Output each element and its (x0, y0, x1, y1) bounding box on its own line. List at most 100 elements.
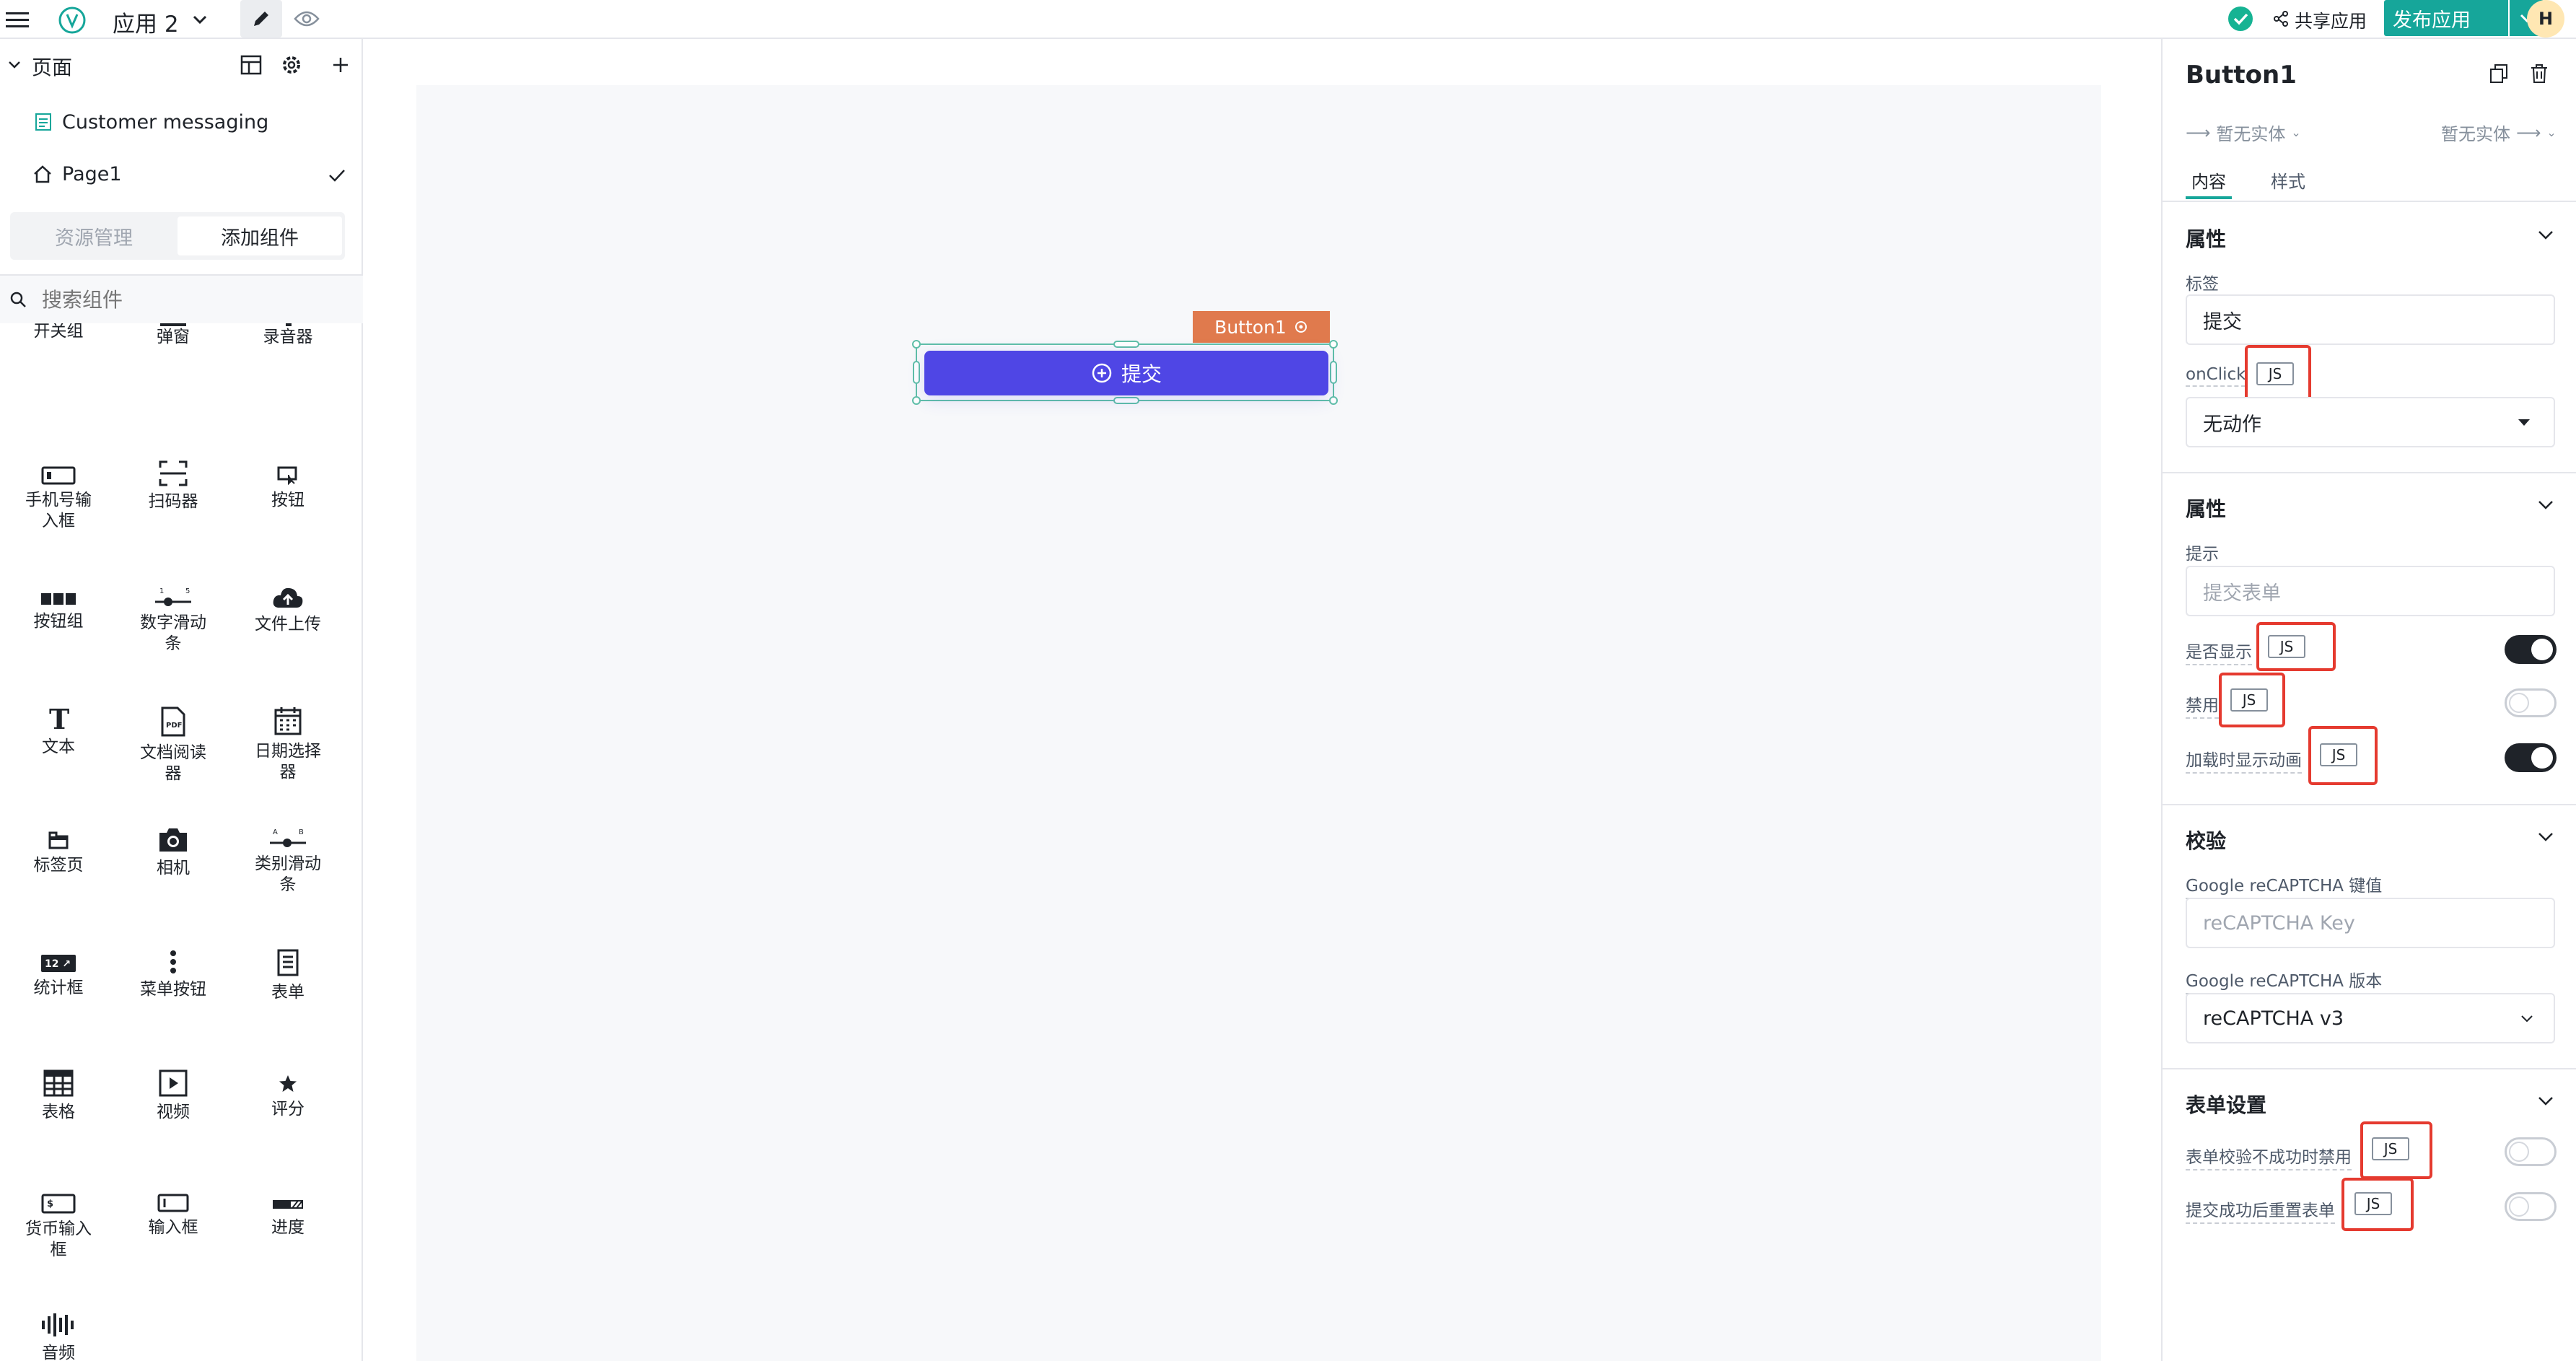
app-logo-icon (56, 4, 88, 36)
component-form[interactable]: 表单 (234, 948, 342, 1001)
resize-handle[interactable] (912, 396, 921, 405)
component-modal[interactable]: 弹窗 (119, 329, 227, 346)
section-title-form-settings[interactable]: 表单设置 (2186, 1090, 2266, 1119)
component-menu-button[interactable]: 菜单按钮 (119, 950, 227, 998)
label-caption: 标签 (2186, 275, 2219, 294)
page-settings-gear-icon[interactable] (279, 52, 305, 78)
tab-style[interactable]: 样式 (2265, 167, 2311, 199)
component-text[interactable]: T 文本 (4, 706, 113, 756)
section-title-validation[interactable]: 校验 (2186, 826, 2226, 854)
page-layout-icon[interactable] (238, 52, 264, 78)
svg-text:12 ↗: 12 ↗ (45, 958, 71, 970)
button-icon (277, 466, 297, 485)
component-camera[interactable]: 相机 (119, 827, 227, 877)
search-input[interactable] (42, 283, 345, 316)
toggle-knob (2509, 693, 2529, 713)
component-statistic[interactable]: 12 ↗ 统计框 (4, 954, 113, 997)
component-tabs[interactable]: 标签页 (4, 830, 113, 874)
pages-collapse-chevron-icon[interactable] (4, 55, 25, 75)
resize-handle[interactable] (1330, 361, 1337, 384)
widget-title[interactable]: Button1 (2186, 61, 2297, 89)
highlight-box (2256, 622, 2336, 671)
edit-mode-pencil-icon[interactable] (240, 0, 282, 38)
component-progress[interactable]: 进度 (234, 1196, 342, 1236)
publish-button[interactable]: 发布应用 (2384, 0, 2508, 36)
resize-handle[interactable] (1329, 396, 1338, 405)
file-upload-icon (273, 587, 303, 608)
component-audio[interactable]: 音频 (4, 1312, 113, 1361)
chevron-down-icon[interactable] (189, 9, 211, 30)
component-category-slider[interactable]: AB 类别滑动 条 (234, 827, 342, 893)
section-collapse-chevron-icon[interactable] (2538, 499, 2554, 513)
component-file-upload[interactable]: 文件上传 (234, 586, 342, 633)
component-currency-input[interactable]: $ 货币输入 框 (4, 1194, 113, 1259)
section-collapse-chevron-icon[interactable] (2538, 831, 2554, 845)
delete-trash-icon[interactable] (2526, 61, 2552, 87)
loading-animation-toggle[interactable] (2505, 743, 2557, 772)
widget-name-tag[interactable]: Button1 (1193, 311, 1330, 343)
component-button[interactable]: 按钮 (234, 465, 342, 509)
component-input[interactable]: 输入框 (119, 1194, 227, 1236)
progress-icon (273, 1200, 303, 1209)
reset-after-submit-caption: 提交成功后重置表单 (2186, 1196, 2335, 1224)
recaptcha-version-caption: Google reCAPTCHA 版本 (2186, 967, 2383, 994)
share-icon[interactable] (2270, 6, 2292, 32)
svg-text:5: 5 (185, 587, 190, 595)
svg-text:A: A (273, 828, 278, 836)
copy-icon[interactable] (2486, 61, 2512, 87)
recaptcha-version-select[interactable]: reCAPTCHA v3 (2186, 993, 2555, 1043)
entity-selector-right[interactable]: 暂无实体 ⟶ ⌄ (2441, 120, 2557, 145)
component-button-group[interactable]: 按钮组 (4, 592, 113, 630)
page-item-customer-messaging[interactable]: Customer messaging (0, 102, 363, 143)
label-value-field[interactable]: 提交 (2186, 294, 2555, 345)
user-avatar[interactable]: H (2527, 0, 2564, 38)
currency-input-icon: $ (41, 1194, 76, 1214)
hamburger-menu-icon[interactable] (3, 6, 32, 35)
component-rating[interactable]: 评分 (234, 1074, 342, 1118)
disable-when-invalid-toggle[interactable] (2505, 1137, 2557, 1166)
submit-button[interactable]: 提交 (924, 351, 1328, 395)
share-app-link[interactable]: 共享应用 (2295, 7, 2367, 33)
component-number-slider[interactable]: 15 数字滑动 条 (119, 586, 227, 652)
component-video[interactable]: 视频 (119, 1069, 227, 1121)
add-page-plus-icon[interactable] (328, 52, 354, 78)
tab-add-component[interactable]: 添加组件 (178, 216, 342, 255)
section-title-properties[interactable]: 属性 (2186, 224, 2226, 253)
component-table[interactable]: 表格 (4, 1069, 113, 1121)
reset-after-submit-toggle[interactable] (2505, 1192, 2557, 1221)
section-collapse-chevron-icon[interactable] (2538, 229, 2554, 243)
page-canvas[interactable]: Button1 提交 (416, 85, 2101, 1361)
visible-toggle[interactable] (2505, 635, 2557, 664)
toggle-knob (2531, 747, 2553, 769)
saved-check-icon (2225, 3, 2256, 35)
widget-name-label: Button1 (1214, 316, 1287, 338)
component-pdf-reader[interactable]: PDF 文档阅读 器 (119, 706, 227, 782)
resize-handle[interactable] (912, 340, 921, 349)
resize-handle[interactable] (1113, 397, 1139, 404)
disabled-toggle[interactable] (2505, 688, 2557, 717)
recaptcha-key-field[interactable]: reCAPTCHA Key (2186, 898, 2555, 948)
component-date-picker[interactable]: 日期选择 器 (234, 706, 342, 781)
tab-resources[interactable]: 资源管理 (10, 212, 178, 260)
visible-caption: 是否显示 (2186, 638, 2252, 665)
resize-handle[interactable] (1329, 340, 1338, 349)
onclick-action-select[interactable]: 无动作 (2186, 397, 2555, 447)
app-name[interactable]: 应用 2 (113, 6, 179, 38)
component-phone-input[interactable]: 手机号输 入框 (4, 466, 113, 530)
tabs-icon (48, 831, 69, 849)
section-title-properties[interactable]: 属性 (2186, 494, 2226, 522)
page-item-page1[interactable]: Page1 (0, 154, 363, 195)
tooltip-field[interactable]: 提交表单 (2186, 566, 2555, 616)
component-switch-group[interactable]: 开关组 (4, 323, 113, 340)
component-recorder[interactable]: 录音器 (234, 329, 342, 346)
entity-selector-left[interactable]: ⟶ 暂无实体 ⌄ (2186, 120, 2301, 145)
preview-eye-icon[interactable] (289, 3, 325, 35)
resize-handle[interactable] (913, 361, 920, 384)
resize-handle[interactable] (1113, 341, 1139, 348)
page-label: Page1 (62, 163, 122, 185)
component-scanner[interactable]: 扫码器 (119, 460, 227, 510)
section-collapse-chevron-icon[interactable] (2538, 1095, 2554, 1109)
form-icon (277, 949, 299, 976)
tab-content[interactable]: 内容 (2186, 167, 2232, 199)
panel-tabs: 资源管理 添加组件 (10, 212, 345, 260)
